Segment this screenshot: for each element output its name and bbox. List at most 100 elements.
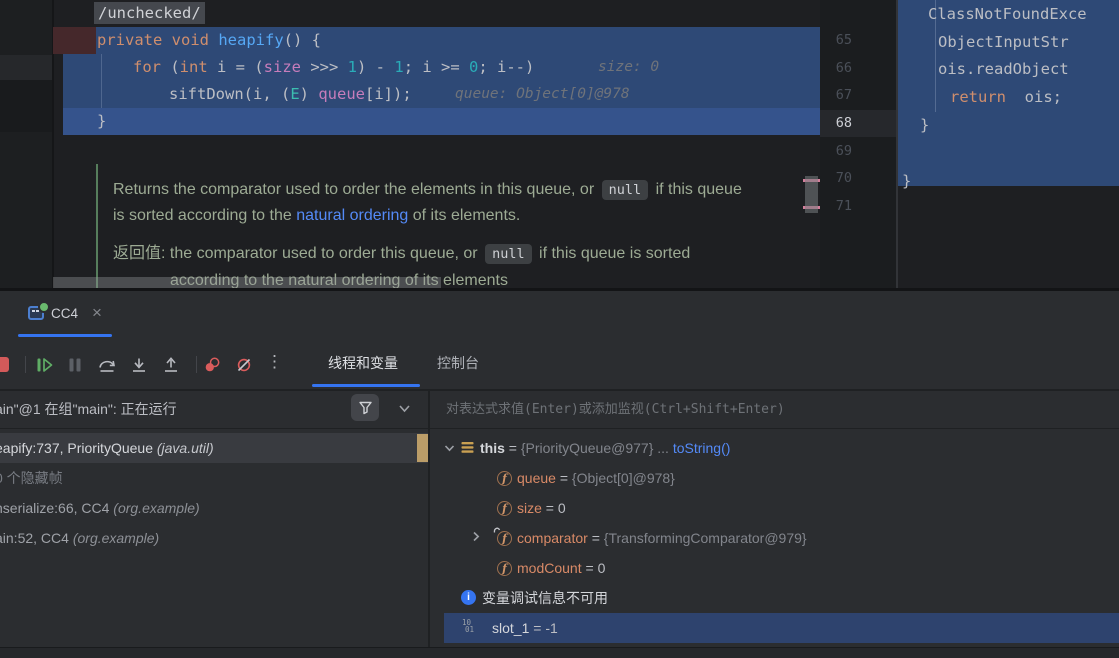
horizontal-scrollbar-thumb[interactable] xyxy=(53,277,441,288)
doc-text: of its elements. xyxy=(408,207,520,224)
resume-icon xyxy=(35,356,54,374)
variable-value: 0 xyxy=(558,500,566,516)
code-line[interactable]: ois.readObject xyxy=(938,56,1069,83)
code-line[interactable]: private void heapify() { xyxy=(97,27,321,54)
step-over-icon xyxy=(97,355,117,375)
step-over-button[interactable] xyxy=(97,355,117,375)
natural-ordering-link[interactable]: natural ordering xyxy=(296,207,408,224)
tree-chevron-collapsed-icon[interactable] xyxy=(471,531,481,542)
doc-text-line: Returns the comparator used to order the… xyxy=(113,177,742,203)
pause-button[interactable] xyxy=(66,356,84,374)
toolbar-separator xyxy=(196,356,197,373)
equals-sign: = xyxy=(529,620,545,636)
this-value-icon xyxy=(461,441,474,454)
frame-row-hidden-frames[interactable]: 0 个隐藏帧 xyxy=(0,463,63,493)
active-tab-underline xyxy=(18,334,112,337)
stop-button[interactable] xyxy=(0,357,9,372)
bottom-strip xyxy=(0,648,1119,658)
doc-text-line: is sorted according to the natural order… xyxy=(113,203,520,228)
filter-frames-button[interactable] xyxy=(351,394,379,421)
code-line[interactable]: } xyxy=(920,112,929,139)
frame-row[interactable]: eapify:737, PriorityQueue (java.util) xyxy=(0,433,214,463)
mute-breakpoints-icon xyxy=(235,356,253,374)
line-number[interactable]: 70 xyxy=(820,165,852,192)
inline-debugger-hint: size: 0 xyxy=(598,54,659,81)
variable-row-queue[interactable]: queue = {Object[0]@978} xyxy=(517,463,675,493)
more-options-button[interactable]: ⋮ xyxy=(266,337,283,389)
line-number[interactable]: 65 xyxy=(820,27,852,54)
doc-text: if this queue xyxy=(651,181,742,198)
breakpoint-gutter-highlight[interactable] xyxy=(53,27,96,54)
code-line[interactable]: } xyxy=(97,108,106,135)
variable-row-comparator[interactable]: comparator = {TransformingComparator@979… xyxy=(517,523,807,553)
left-edge-panel xyxy=(0,0,53,290)
field-icon: f xyxy=(497,501,512,516)
code-line[interactable]: siftDown(i, (E) queue[i]); xyxy=(169,81,412,108)
panel-header-border xyxy=(0,428,1119,429)
tostring-link[interactable]: toString() xyxy=(673,440,731,456)
field-icon: f xyxy=(497,561,512,576)
mute-breakpoints-button[interactable] xyxy=(235,356,253,374)
line-number-current[interactable]: 68 xyxy=(820,110,852,137)
variable-name: this xyxy=(480,440,505,456)
inline-debugger-hint: queue: Object[0]@978 xyxy=(455,81,630,108)
watch-hook-icon xyxy=(493,526,502,535)
caret-line-highlight xyxy=(63,108,820,135)
tab-console[interactable]: 控制台 xyxy=(437,337,479,389)
frame-package: (org.example) xyxy=(113,500,199,516)
line-number[interactable]: 67 xyxy=(820,82,852,109)
variable-value: {PriorityQueue@977} xyxy=(521,440,654,456)
panel-vertical-divider[interactable] xyxy=(428,391,430,647)
primitive-icon-bottom: 01 xyxy=(462,627,474,634)
ellipsis: ... xyxy=(653,440,672,456)
view-breakpoints-button[interactable] xyxy=(203,356,221,374)
frame-row[interactable]: ain:52, CC4 (org.example) xyxy=(0,523,159,553)
thread-selector-chevron-icon[interactable] xyxy=(398,404,411,413)
thread-selector[interactable]: ain"@1 在组"main": 正在运行 xyxy=(0,391,177,428)
code-line[interactable]: ClassNotFoundExce xyxy=(928,1,1087,28)
variable-row-size[interactable]: size = 0 xyxy=(517,493,566,523)
code-line[interactable]: } xyxy=(902,168,911,195)
step-into-icon xyxy=(129,355,149,375)
code-line[interactable]: /unchecked/ xyxy=(94,0,205,27)
variable-row-slot1[interactable]: slot_1 = -1 xyxy=(492,613,558,643)
close-icon[interactable]: × xyxy=(92,291,102,337)
step-out-button[interactable] xyxy=(161,355,181,375)
left-edge-panel-band xyxy=(0,80,53,132)
tree-chevron-expanded-icon[interactable] xyxy=(444,443,455,453)
tab-session-cc4[interactable]: CC4 xyxy=(51,291,78,337)
frame-row[interactable]: nserialize:66, CC4 (org.example) xyxy=(0,493,200,523)
doc-returns-label: 返回值: the comparator used to order this q… xyxy=(113,245,482,262)
variable-value: 0 xyxy=(598,560,606,576)
ide-window: /unchecked/ private void heapify() { for… xyxy=(0,0,1119,658)
line-number[interactable]: 71 xyxy=(820,193,852,220)
frame-selected-mark xyxy=(417,434,428,462)
resume-button[interactable] xyxy=(35,356,54,374)
frame-location: eapify:737, PriorityQueue xyxy=(0,440,157,456)
vertical-scrollbar-thumb[interactable] xyxy=(805,176,818,213)
code-line[interactable]: ObjectInputStr xyxy=(938,29,1069,56)
variable-name: comparator xyxy=(517,530,588,546)
evaluate-expression-input[interactable]: 对表达式求值(Enter)或添加监视(Ctrl+Shift+Enter) xyxy=(446,391,785,428)
equals-sign: = xyxy=(556,470,572,486)
pause-icon xyxy=(66,356,84,374)
frame-package: (java.util) xyxy=(157,440,214,456)
debug-session-icon-dot xyxy=(32,310,35,312)
info-icon: i xyxy=(461,590,476,605)
code-line[interactable]: for (int i = (size >>> 1) - 1; i >= 0; i… xyxy=(133,54,534,81)
breakpoints-icon xyxy=(203,356,221,374)
indent-guide xyxy=(101,54,102,108)
code-line[interactable]: return ois; xyxy=(950,84,1062,111)
line-number[interactable]: 66 xyxy=(820,55,852,82)
variable-name: size xyxy=(517,500,542,516)
step-into-button[interactable] xyxy=(129,355,149,375)
line-number[interactable]: 69 xyxy=(820,138,852,165)
variable-row-this[interactable]: this = {PriorityQueue@977} ... toString(… xyxy=(480,433,730,463)
variable-name: slot_1 xyxy=(492,620,529,636)
variable-name: modCount xyxy=(517,560,582,576)
tab-threads-variables[interactable]: 线程和变量 xyxy=(328,337,398,389)
frame-package: (org.example) xyxy=(73,530,159,546)
variable-row-modcount[interactable]: modCount = 0 xyxy=(517,553,605,583)
variable-name: queue xyxy=(517,470,556,486)
session-running-dot xyxy=(38,301,50,313)
